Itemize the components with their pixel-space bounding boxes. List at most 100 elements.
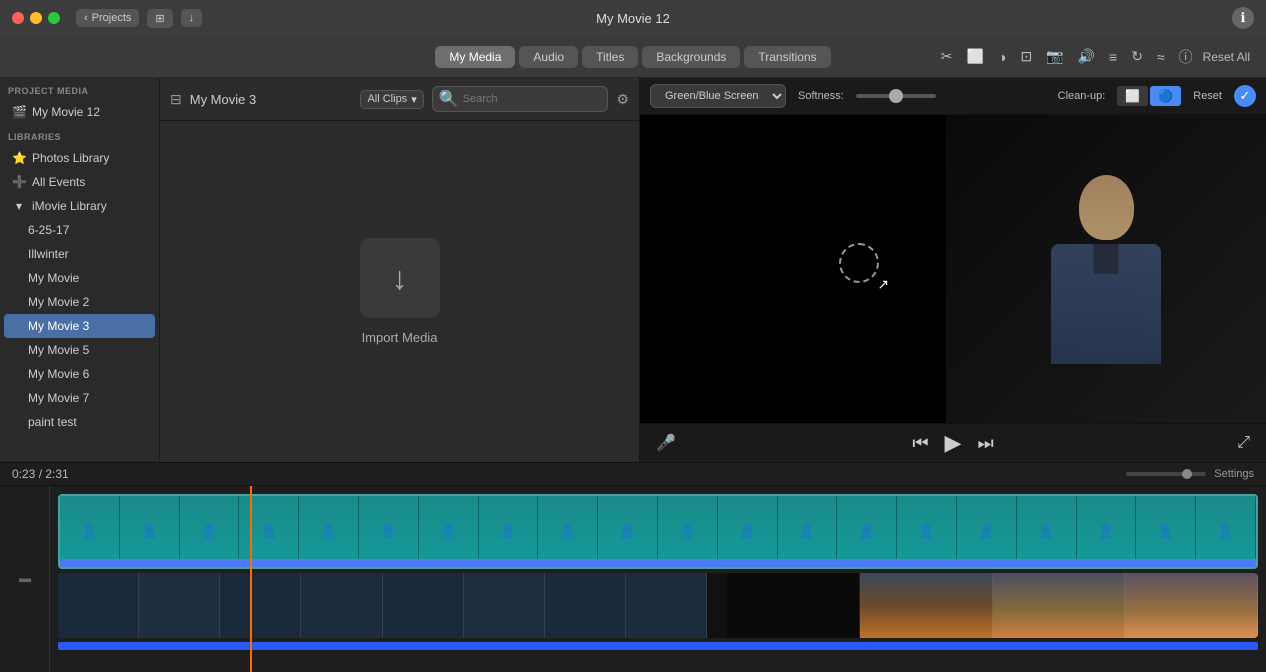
back-to-projects-button[interactable]: ‹ Projects: [76, 9, 139, 27]
sidebar-item-my-movie-3[interactable]: My Movie 3: [4, 314, 155, 338]
star-icon: ⭐: [12, 151, 26, 165]
main-content: PROJECT MEDIA 🎬 My Movie 12 LIBRARIES ⭐ …: [0, 78, 1266, 462]
equalizer-icon[interactable]: ≡: [1105, 47, 1121, 67]
timeline-content: [50, 486, 1266, 672]
secondary-video-track[interactable]: [58, 573, 1258, 638]
sidebar-item-paint-test[interactable]: paint test: [4, 410, 155, 434]
track-label: ▐: [19, 575, 30, 582]
sidebar-label-my-movie-12: My Movie 12: [32, 105, 100, 119]
tab-my-media[interactable]: My Media: [435, 46, 515, 68]
frame-17: [1017, 496, 1077, 567]
download-button[interactable]: ↓: [181, 9, 203, 27]
maximize-button[interactable]: [48, 12, 60, 24]
frame-1: [60, 496, 120, 567]
tab-transitions[interactable]: Transitions: [744, 46, 830, 68]
clips-dropdown[interactable]: All Clips ▾: [360, 90, 423, 109]
confirm-button[interactable]: ✓: [1234, 85, 1256, 107]
main-toolbar: My Media Audio Titles Backgrounds Transi…: [0, 36, 1266, 78]
zoom-thumb: [1182, 469, 1192, 479]
layout-toggle-button[interactable]: ⊞: [147, 9, 172, 28]
zoom-slider[interactable]: [1126, 472, 1206, 476]
person-figure: [1051, 175, 1161, 364]
play-button[interactable]: ▶: [945, 430, 962, 456]
skip-forward-button[interactable]: ⏭: [977, 433, 993, 454]
panel-toggle-button[interactable]: ⊟: [170, 91, 182, 108]
movie-icon: 🎬: [12, 105, 26, 119]
crop-icon[interactable]: ✂: [937, 46, 957, 67]
tab-backgrounds[interactable]: Backgrounds: [642, 46, 740, 68]
fullscreen-button[interactable]: ⤢: [1237, 434, 1250, 452]
skip-back-button[interactable]: ⏮: [912, 433, 928, 454]
tab-audio[interactable]: Audio: [519, 46, 578, 68]
frame-20: [1196, 496, 1256, 567]
frame-4: [239, 496, 299, 567]
softness-slider[interactable]: [856, 94, 936, 98]
main-video-track[interactable]: [58, 494, 1258, 569]
media-panel-header: ⊟ My Movie 3 All Clips ▾ 🔍 ⚙: [160, 78, 639, 121]
timeline-area: 0:23 / 2:31 Settings ▐: [0, 462, 1266, 672]
sidebar-item-my-movie-7[interactable]: My Movie 7: [4, 386, 155, 410]
sidebar-item-all-events[interactable]: ➕ All Events: [4, 170, 155, 194]
effect-dropdown[interactable]: Green/Blue Screen: [650, 84, 786, 108]
info-button[interactable]: ℹ: [1232, 7, 1254, 29]
plus-icon: ➕: [12, 175, 26, 189]
video-preview: ↗: [640, 115, 1266, 423]
effect-controls: Green/Blue Screen Softness: Clean-up: ⬜ …: [640, 78, 1266, 115]
sidebar-label-photos: Photos Library: [32, 151, 109, 165]
sidebar-item-my-movie-6[interactable]: My Movie 6: [4, 362, 155, 386]
frame-5: [299, 496, 359, 567]
right-frame-1: [727, 573, 860, 638]
sidebar-item-illwinter[interactable]: Illwinter: [4, 242, 155, 266]
sidebar-item-my-movie-2[interactable]: My Movie 2: [4, 290, 155, 314]
info-tool-icon[interactable]: ⓘ: [1175, 45, 1197, 69]
sec-frame-5: [383, 573, 464, 638]
sidebar-item-my-movie[interactable]: My Movie: [4, 266, 155, 290]
import-media-box[interactable]: ↓ Import Media: [360, 238, 440, 345]
color-wheels-icon[interactable]: ◑: [994, 47, 1010, 67]
frame-18: [1077, 496, 1137, 567]
camera-icon[interactable]: 📷: [1042, 46, 1067, 67]
search-input[interactable]: [463, 93, 602, 105]
cleanup-btn-on[interactable]: 🔵: [1150, 86, 1181, 106]
sidebar-label-illwinter: Illwinter: [28, 247, 69, 261]
titlebar-right: ℹ: [1232, 7, 1254, 29]
close-button[interactable]: [12, 12, 24, 24]
project-media-section-title: PROJECT MEDIA: [0, 78, 159, 100]
timeline-settings: Settings: [1126, 468, 1254, 480]
right-frame-4: [1125, 573, 1258, 638]
cleanup-toggle: ⬜ 🔵: [1117, 86, 1181, 106]
traffic-lights: [12, 12, 60, 24]
icon-toolbar: ✂ ⬜ ◑ ⊡ 📷 🔊 ≡ ↻ ≈ ⓘ Reset All: [937, 45, 1250, 69]
frame-6: [359, 496, 419, 567]
sec-frame-3: [220, 573, 301, 638]
timeline-left-panel: ▐: [0, 486, 50, 672]
playhead[interactable]: [250, 486, 252, 672]
sidebar-item-photos-library[interactable]: ⭐ Photos Library: [4, 146, 155, 170]
frame-19: [1136, 496, 1196, 567]
reset-all-button[interactable]: Reset All: [1203, 50, 1250, 64]
crop-tool-icon[interactable]: ⊡: [1016, 46, 1036, 67]
search-icon: 🔍: [439, 89, 459, 109]
reset-button[interactable]: Reset: [1193, 90, 1222, 102]
player-controls: 🎤 ⏮ ▶ ⏭ ⤢: [640, 423, 1266, 462]
cleanup-label: Clean-up:: [1058, 90, 1106, 102]
sidebar-label-my-movie: My Movie: [28, 271, 79, 285]
sidebar-item-imovie-library[interactable]: ▾ iMovie Library: [4, 194, 155, 218]
microphone-button[interactable]: 🎤: [656, 433, 676, 453]
sidebar-item-my-movie-12[interactable]: 🎬 My Movie 12: [4, 100, 155, 124]
audio-icon[interactable]: 🔊: [1074, 46, 1099, 67]
sidebar-item-6-25-17[interactable]: 6-25-17: [4, 218, 155, 242]
frame-8: [479, 496, 539, 567]
frame-2: [120, 496, 180, 567]
sidebar-label-imovie-library: iMovie Library: [32, 199, 107, 213]
cleanup-btn-off[interactable]: ⬜: [1117, 86, 1148, 106]
track-gap: [707, 573, 727, 638]
tab-titles[interactable]: Titles: [582, 46, 638, 68]
speed-icon[interactable]: ↻: [1127, 46, 1147, 67]
sidebar-item-my-movie-5[interactable]: My Movie 5: [4, 338, 155, 362]
minimize-button[interactable]: [30, 12, 42, 24]
color-board-icon[interactable]: ⬜: [963, 46, 988, 67]
noise-icon[interactable]: ≈: [1153, 47, 1169, 67]
titlebar: ‹ Projects ⊞ ↓ My Movie 12 ℹ: [0, 0, 1266, 36]
settings-icon[interactable]: ⚙: [616, 91, 629, 108]
